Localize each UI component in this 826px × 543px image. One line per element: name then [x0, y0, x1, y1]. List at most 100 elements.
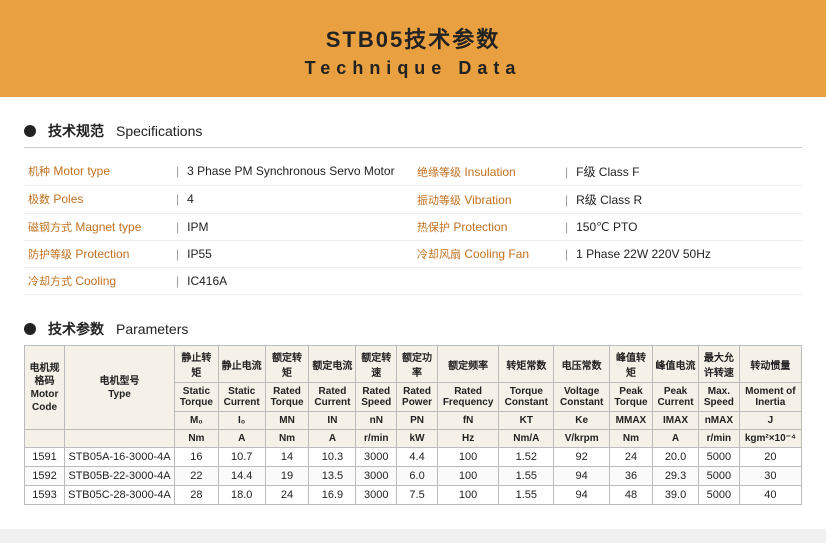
- spec-value: F级 Class F: [576, 163, 639, 180]
- table-row: 1592STB05B-22-3000-4A2214.41913.530006.0…: [25, 467, 802, 486]
- cell-val-11: 5000: [699, 486, 740, 505]
- header-title-en: Technique Data: [10, 58, 816, 79]
- col-header-en-6: Rated Speed: [356, 383, 397, 412]
- cell-val-10: 39.0: [653, 486, 699, 505]
- col-sym-3: I₀: [218, 412, 265, 430]
- unit-blank-code: [25, 430, 65, 448]
- col-header-en-9: Torque Constant: [499, 383, 554, 412]
- col-motor-type: 电机型号Type: [65, 346, 175, 430]
- cell-val-2: 14: [265, 448, 309, 467]
- cell-val-12: 20: [739, 448, 801, 467]
- cell-code: 1591: [25, 448, 65, 467]
- spec-value: 150℃ PTO: [576, 220, 637, 234]
- col-header-cn-4: 额定转矩: [265, 346, 309, 383]
- params-bullet: [24, 323, 36, 335]
- col-unit-3: A: [218, 430, 265, 448]
- cell-val-8: 94: [554, 486, 610, 505]
- spec-label: 振动等级 Vibration: [417, 192, 557, 208]
- col-header-cn-9: 转矩常数: [499, 346, 554, 383]
- col-header-cn-7: 额定功率: [397, 346, 438, 383]
- spec-label: 极数 Poles: [28, 191, 168, 207]
- cell-val-5: 4.4: [397, 448, 438, 467]
- spec-row-left: 冷却方式 Cooling | IC416A: [24, 268, 413, 295]
- col-header-cn-3: 静止电流: [218, 346, 265, 383]
- col-header-en-12: Peak Current: [653, 383, 699, 412]
- col-unit-13: r/min: [699, 430, 740, 448]
- col-unit-2: Nm: [175, 430, 219, 448]
- col-header-cn-2: 静止转矩: [175, 346, 219, 383]
- col-sym-9: KT: [499, 412, 554, 430]
- spec-value: IPM: [187, 220, 208, 234]
- col-header-cn-14: 转动惯量: [739, 346, 801, 383]
- params-table: 电机规格码Motor Code电机型号Type静止转矩静止电流额定转矩额定电流额…: [24, 345, 802, 505]
- cell-val-11: 5000: [699, 448, 740, 467]
- params-title-cn: 技术参数: [48, 319, 104, 339]
- page: STB05技术参数 Technique Data 技术规范 Specificat…: [0, 0, 826, 529]
- spec-row-right: 热保护 Protection | 150℃ PTO: [413, 214, 802, 241]
- specs-grid: 机种 Motor type | 3 Phase PM Synchronous S…: [24, 158, 802, 295]
- col-header-en-2: Static Torque: [175, 383, 219, 412]
- cell-val-5: 7.5: [397, 486, 438, 505]
- col-unit-6: r/min: [356, 430, 397, 448]
- cell-val-7: 1.52: [499, 448, 554, 467]
- cell-val-6: 100: [437, 486, 498, 505]
- col-sym-13: nMAX: [699, 412, 740, 430]
- spec-row-right: 冷却风扇 Cooling Fan | 1 Phase 22W 220V 50Hz: [413, 241, 802, 268]
- col-header-en-5: Rated Current: [309, 383, 356, 412]
- col-header-en-13: Max. Speed: [699, 383, 740, 412]
- col-motor-code: 电机规格码Motor Code: [25, 346, 65, 430]
- cell-val-9: 24: [609, 448, 652, 467]
- col-header-cn-12: 峰值电流: [653, 346, 699, 383]
- spec-row-right: 绝缘等级 Insulation | F级 Class F: [413, 158, 802, 186]
- cell-val-1: 14.4: [218, 467, 265, 486]
- spec-label: 冷却风扇 Cooling Fan: [417, 246, 557, 262]
- col-sym-5: IN: [309, 412, 356, 430]
- col-header-en-11: Peak Torque: [609, 383, 652, 412]
- specs-section-header: 技术规范 Specifications: [0, 113, 826, 147]
- params-section-header: 技术参数 Parameters: [0, 311, 826, 345]
- cell-val-7: 1.55: [499, 467, 554, 486]
- cell-val-0: 16: [175, 448, 219, 467]
- specs-title-en: Specifications: [116, 123, 202, 139]
- cell-val-11: 5000: [699, 467, 740, 486]
- cell-val-3: 13.5: [309, 467, 356, 486]
- spec-label: 冷却方式 Cooling: [28, 273, 168, 289]
- table-row: 1591STB05A-16-3000-4A1610.71410.330004.4…: [25, 448, 802, 467]
- spec-value: 3 Phase PM Synchronous Servo Motor: [187, 164, 394, 178]
- cell-val-0: 28: [175, 486, 219, 505]
- cell-val-6: 100: [437, 448, 498, 467]
- spec-row-left: 极数 Poles | 4: [24, 186, 413, 214]
- col-unit-7: kW: [397, 430, 438, 448]
- col-sym-14: J: [739, 412, 801, 430]
- cell-val-5: 6.0: [397, 467, 438, 486]
- col-header-cn-8: 额定频率: [437, 346, 498, 383]
- params-title-en: Parameters: [116, 321, 188, 337]
- header: STB05技术参数 Technique Data: [0, 0, 826, 97]
- col-unit-11: Nm: [609, 430, 652, 448]
- cell-code: 1593: [25, 486, 65, 505]
- cell-val-4: 3000: [356, 467, 397, 486]
- unit-blank-type: [65, 430, 175, 448]
- col-unit-4: Nm: [265, 430, 309, 448]
- col-unit-12: A: [653, 430, 699, 448]
- spec-row-left: 防护等级 Protection | IP55: [24, 241, 413, 268]
- col-sym-2: M₀: [175, 412, 219, 430]
- cell-val-9: 36: [609, 467, 652, 486]
- cell-type: STB05A-16-3000-4A: [65, 448, 175, 467]
- cell-val-8: 94: [554, 467, 610, 486]
- cell-val-0: 22: [175, 467, 219, 486]
- cell-val-4: 3000: [356, 486, 397, 505]
- cell-val-6: 100: [437, 467, 498, 486]
- cell-val-10: 29.3: [653, 467, 699, 486]
- cell-val-3: 16.9: [309, 486, 356, 505]
- table-row: 1593STB05C-28-3000-4A2818.02416.930007.5…: [25, 486, 802, 505]
- col-sym-6: nN: [356, 412, 397, 430]
- col-header-en-7: Rated Power: [397, 383, 438, 412]
- header-title-cn: STB05技术参数: [10, 22, 816, 54]
- cell-val-9: 48: [609, 486, 652, 505]
- spec-value: 4: [187, 192, 194, 206]
- spec-value: 1 Phase 22W 220V 50Hz: [576, 247, 711, 261]
- col-sym-7: PN: [397, 412, 438, 430]
- cell-val-1: 10.7: [218, 448, 265, 467]
- col-sym-11: MMAX: [609, 412, 652, 430]
